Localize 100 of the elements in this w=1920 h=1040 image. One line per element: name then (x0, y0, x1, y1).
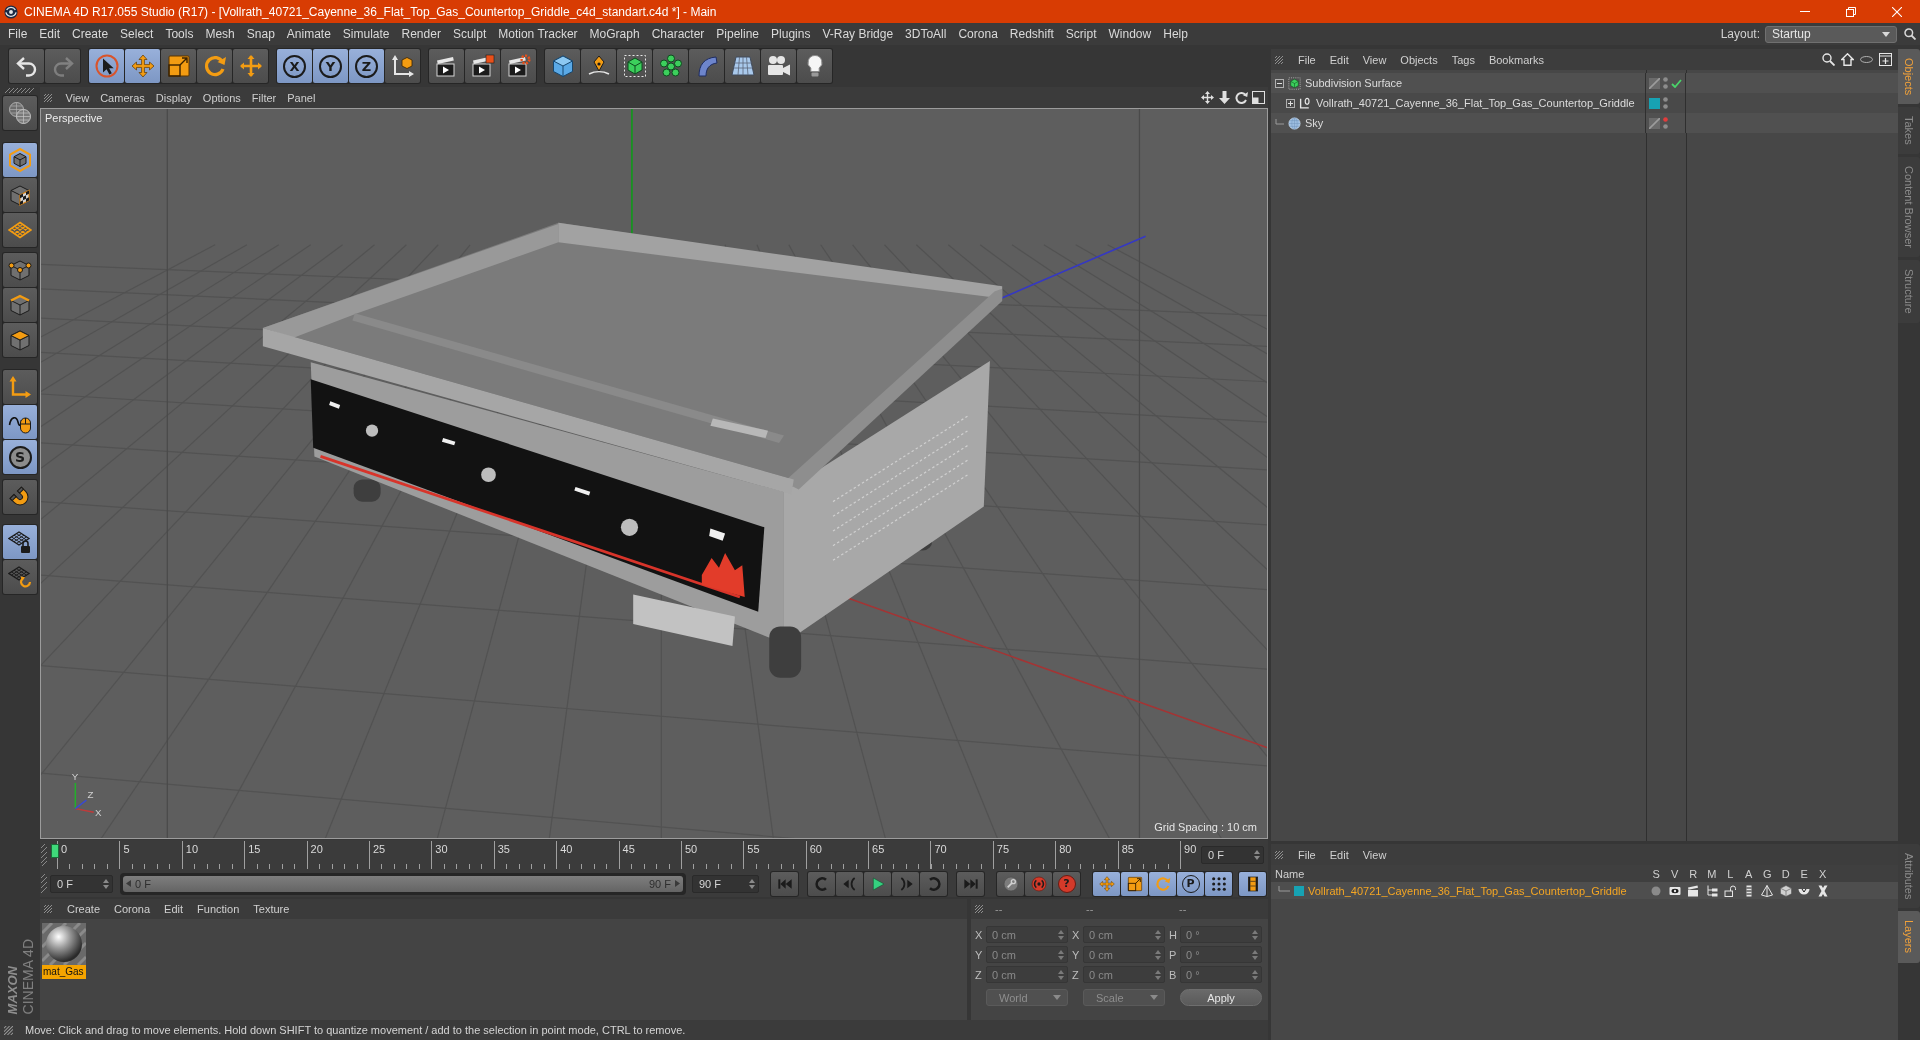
hierarchy-icon[interactable] (1705, 884, 1718, 897)
grip-icon[interactable] (44, 905, 52, 913)
restore-icon[interactable] (1846, 6, 1856, 17)
skip-end-button[interactable] (957, 871, 984, 896)
menu-item[interactable]: Objects (1393, 53, 1445, 66)
menu-item[interactable]: Character (645, 27, 711, 41)
solo-button[interactable]: S (3, 440, 37, 474)
search-icon[interactable] (1904, 28, 1916, 40)
cross-shape-icon[interactable] (1816, 884, 1829, 897)
menu-item[interactable]: Options (197, 91, 247, 104)
menu-item[interactable]: Edit (1322, 848, 1356, 861)
spinner-arrows-icon[interactable] (1254, 850, 1260, 860)
axis-arrows-button[interactable] (3, 370, 37, 404)
plus-box-icon[interactable] (1879, 53, 1892, 66)
close-icon[interactable] (1892, 6, 1902, 17)
menu-item[interactable]: Mesh (199, 27, 241, 41)
open-padlock-icon[interactable] (1724, 884, 1737, 897)
spinner-arrows-icon[interactable] (749, 878, 755, 889)
menu-item[interactable]: Edit (33, 27, 67, 41)
light-bulb-button[interactable] (797, 49, 832, 83)
visibility-dots-icon[interactable] (1663, 77, 1668, 89)
menu-item[interactable]: Filter (246, 91, 282, 104)
axis-lock-button[interactable]: X (277, 49, 312, 83)
maximize-icon[interactable] (1252, 91, 1265, 104)
textured-cube-button[interactable] (3, 178, 37, 212)
no-layer-icon[interactable] (1649, 77, 1660, 89)
grip-icon[interactable] (4, 1025, 13, 1035)
layer-color-swatch[interactable] (1649, 97, 1660, 109)
viewport-canvas[interactable]: Perspective Y Z X Grid Spacing : 10 cm (40, 108, 1268, 839)
grip-icon[interactable] (1275, 850, 1283, 859)
menu-item[interactable]: MoGraph (583, 27, 646, 41)
menu-item[interactable]: Corona (107, 903, 158, 915)
grip-icon[interactable] (44, 93, 52, 102)
grip-icon[interactable] (41, 873, 47, 894)
sphere-cluster-button[interactable] (653, 49, 688, 83)
collapse-box-icon[interactable] (1275, 78, 1284, 88)
material-name[interactable]: mat_Gas (42, 965, 86, 979)
right-triangle-icon[interactable] (675, 880, 680, 887)
search-icon[interactable] (1822, 53, 1835, 66)
record-button[interactable] (1025, 871, 1052, 896)
mouse-button[interactable] (3, 405, 37, 439)
grid-plane-button[interactable] (725, 49, 760, 83)
menu-item[interactable]: Display (150, 91, 198, 104)
scale-square-button[interactable] (161, 49, 196, 83)
menu-item[interactable]: File (2, 27, 34, 41)
object-row[interactable]: Subdivision Surface (1271, 73, 1898, 93)
menu-item[interactable]: Simulate (336, 27, 396, 41)
visibility-dots-icon[interactable] (1663, 117, 1668, 129)
menu-item[interactable]: Redshift (1003, 27, 1060, 41)
menu-item[interactable]: Select (114, 27, 160, 41)
next-key-button[interactable] (920, 871, 947, 896)
left-triangle-icon[interactable] (126, 880, 131, 887)
menu-item[interactable]: Texture (246, 903, 297, 915)
globe-pair-button[interactable] (3, 96, 37, 130)
clapperboard-icon[interactable] (1687, 884, 1700, 897)
rotate-arrows-button[interactable] (197, 49, 232, 83)
menu-item[interactable]: Render (395, 27, 447, 41)
pan-arrows-icon[interactable] (1201, 91, 1214, 104)
menu-item[interactable]: Create (66, 27, 115, 41)
cube-button[interactable] (545, 49, 580, 83)
cross-arrows-button[interactable] (233, 49, 268, 83)
dot-grid-button[interactable] (1205, 871, 1232, 896)
object-row[interactable]: Sky (1271, 113, 1898, 133)
current-frame-field[interactable]: 0 F (1201, 846, 1264, 864)
menu-item[interactable]: Help (1157, 27, 1194, 41)
parameter-key-button[interactable]: P (1177, 871, 1204, 896)
menu-item[interactable]: Animate (280, 27, 337, 41)
film-camera-button[interactable] (761, 49, 796, 83)
layout-dropdown[interactable]: Startup (1765, 25, 1897, 43)
cube-face-button[interactable] (3, 323, 37, 357)
menu-item[interactable]: View (1355, 848, 1394, 861)
end-frame-field[interactable]: 90 F (692, 874, 759, 893)
spinner-arrows-icon[interactable] (103, 878, 109, 889)
tilted-grid-button[interactable] (3, 213, 37, 247)
pyramid-icon[interactable] (1761, 884, 1774, 897)
ellipse-icon[interactable] (1860, 56, 1873, 63)
no-layer-icon[interactable] (1649, 117, 1660, 129)
start-frame-field[interactable]: 0 F (50, 874, 113, 893)
subdivision-cube-button[interactable] (617, 49, 652, 83)
menu-item[interactable]: Edit (1322, 53, 1356, 66)
grip-icon[interactable] (41, 844, 47, 866)
menu-item[interactable]: V-Ray Bridge (816, 27, 900, 41)
clapperboard-play-button[interactable] (429, 49, 464, 83)
menu-item[interactable]: Bookmarks (1481, 53, 1551, 66)
menu-item[interactable]: File (1291, 848, 1323, 861)
menu-item[interactable]: Cameras (94, 91, 151, 104)
menu-item[interactable]: View (60, 91, 95, 104)
menu-item[interactable]: File (1291, 53, 1323, 66)
axis-lock-button[interactable]: Y (313, 49, 348, 83)
menu-item[interactable]: Sculpt (446, 27, 493, 41)
grip-icon[interactable] (975, 905, 983, 913)
menu-item[interactable]: Tags (1444, 53, 1482, 66)
cursor-arrow-button[interactable] (89, 49, 124, 83)
menu-item[interactable]: Tools (159, 27, 200, 41)
layer-row[interactable]: Vollrath_40721_Cayenne_36_Flat_Top_Gas_Countertop_Griddle (1271, 882, 1898, 899)
checkmark-icon[interactable] (1671, 78, 1682, 88)
undo-button[interactable] (9, 49, 44, 83)
menu-item[interactable]: Create (60, 903, 108, 915)
menu-item[interactable]: Function (190, 903, 247, 915)
film-strip-button[interactable] (1239, 871, 1266, 896)
